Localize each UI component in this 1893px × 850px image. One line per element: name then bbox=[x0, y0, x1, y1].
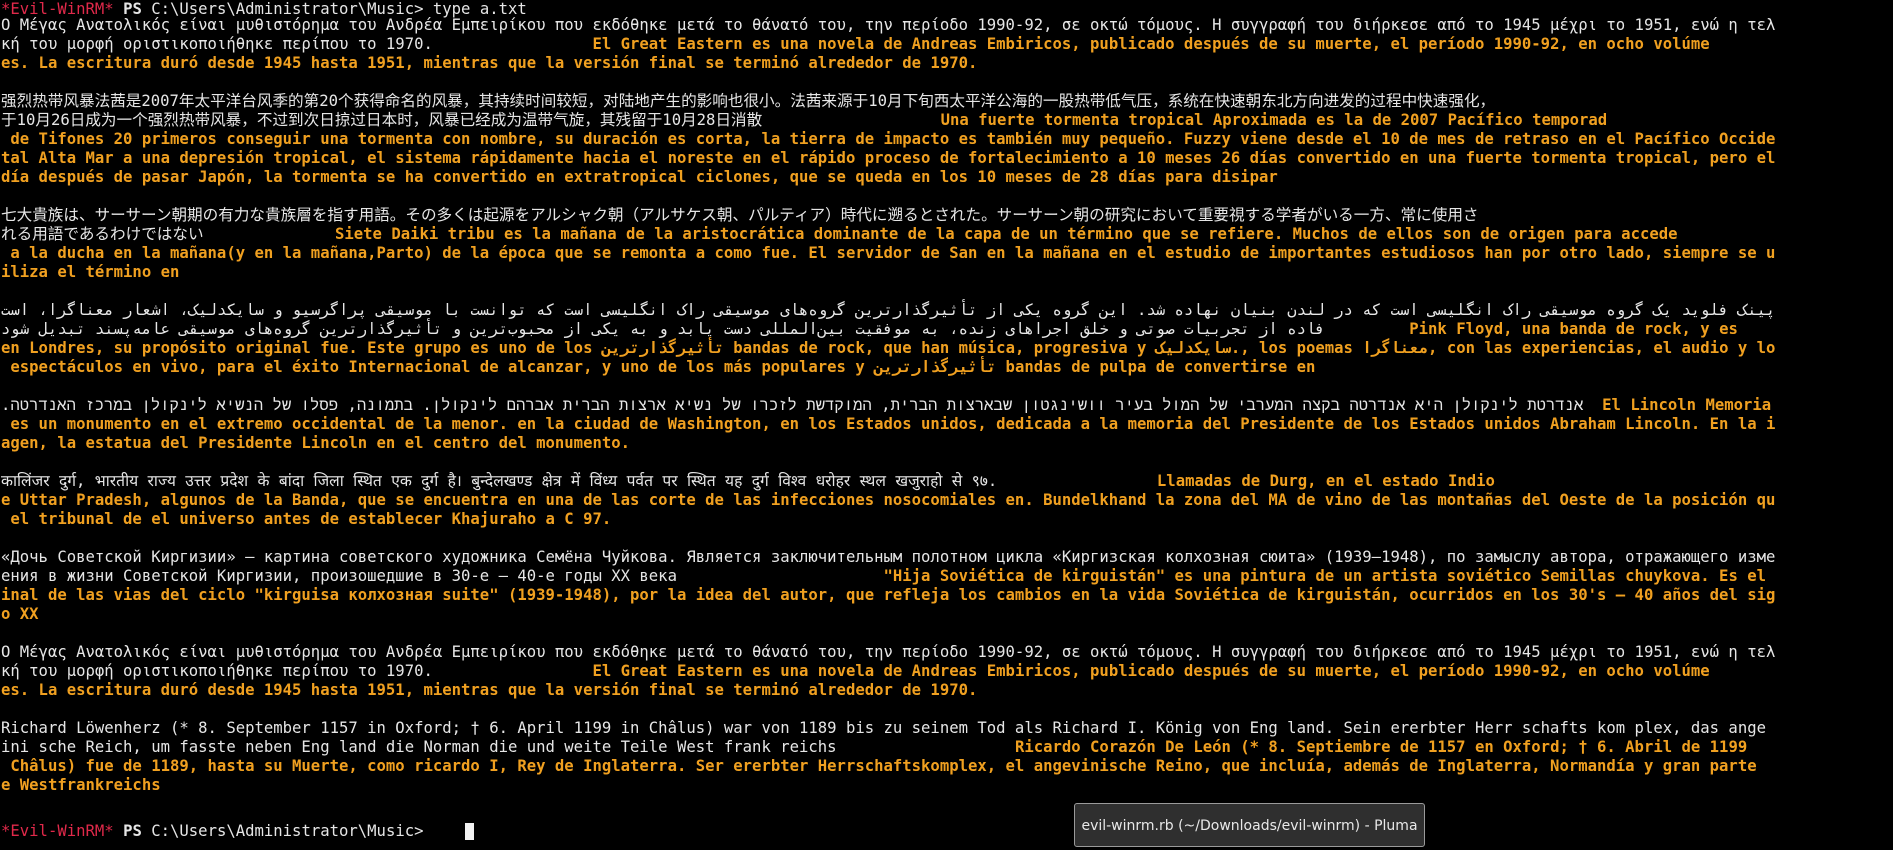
translated-text-segment: a la ducha en la mañana(y en la mañana,P… bbox=[1, 244, 1776, 262]
translated-text-segment: de Tifones 20 primeros conseguir una tor… bbox=[1, 130, 1776, 148]
translated-text-segment: iliza el término en bbox=[1, 263, 180, 281]
translated-text-segment: Llamadas de Durg, en el estado Indio bbox=[1156, 472, 1495, 490]
source-text-segment: «Дочь Советской Киргизии» — картина сове… bbox=[1, 548, 1776, 566]
translated-text-segment: en Londres, su propósito original fue. E… bbox=[1, 339, 602, 357]
source-text-segment: Ο Μέγας Ανατολικός είναι μυθιστόρημα του… bbox=[1, 643, 1776, 661]
source-text-segment: אנדרטת לינקולן היא אנדרטה בקצה המערבי של… bbox=[1, 396, 1584, 414]
translated-text-segment: agen, la estatua del Presidente Lincoln … bbox=[1, 434, 631, 452]
output-line: es. La escritura duró desde 1945 hasta 1… bbox=[1, 54, 977, 73]
output-line: Ο Μέγας Ανατολικός είναι μυθιστόρημα του… bbox=[1, 643, 1775, 662]
translated-text-segment: El Lincoln Memoria bbox=[1583, 396, 1772, 414]
text-cursor bbox=[465, 823, 474, 840]
output-line: ения в жизни Советской Киргизии, произош… bbox=[1, 567, 1766, 586]
translated-text-segment: Siete Daiki tribu es la mañana de la ari… bbox=[335, 225, 1678, 243]
output-line: o XX bbox=[1, 605, 39, 624]
translated-text-segment: El Great Eastern es una novela de Andrea… bbox=[592, 662, 1710, 680]
translated-text-segment: Châlus) fue de 1189, hasta su Muerte, co… bbox=[1, 757, 1757, 775]
translated-text-segment: espectáculos en vivo, para el éxito Inte… bbox=[1, 358, 875, 376]
translated-text-segment: inal de las vias del ciclo "kirguisa кол… bbox=[1, 586, 1776, 604]
translated-text-segment: día después de pasar Japón, la tormenta … bbox=[1, 168, 1278, 186]
source-text-segment: κή του μορφή οριστικοποιήθηκε περίπου το… bbox=[1, 35, 593, 53]
prompt-ps: PS bbox=[123, 822, 142, 840]
output-line: «Дочь Советской Киргизии» — картина сове… bbox=[1, 548, 1775, 567]
source-text-segment: Richard Löwenherz (* 8. September 1157 i… bbox=[1, 719, 1766, 737]
translated-text-segment: El Great Eastern es una novela de Andrea… bbox=[592, 35, 1710, 53]
source-text-segment: ini sche Reich, um fasste neben Eng land… bbox=[1, 738, 1015, 756]
source-text-segment: فاده از تجربیات صوتی و خلق اجراهای زنده،… bbox=[1, 320, 1325, 338]
output-line: el tribunal de el universo antes de esta… bbox=[1, 510, 611, 529]
output-line: de Tifones 20 primeros conseguir una tor… bbox=[1, 130, 1775, 149]
output-line: es. La escritura duró desde 1945 hasta 1… bbox=[1, 681, 977, 700]
source-text-segment: 强烈热带风暴法茜是2007年太平洋台风季的第20个获得命名的风暴，其持续时间较短… bbox=[1, 92, 1496, 110]
output-line: en Londres, su propósito original fue. E… bbox=[1, 339, 1775, 358]
source-text-segment: ения в жизни Советской Киргизии, произош… bbox=[1, 567, 884, 585]
output-line: espectáculos en vivo, para el éxito Inte… bbox=[1, 358, 1315, 377]
output-line: e Westfrankreichs bbox=[1, 776, 161, 795]
translated-text-segment: bandas de pulpa de convertirse en bbox=[996, 358, 1316, 376]
translated-text-segment: bandas de rock, que han música, progresi… bbox=[723, 339, 1156, 357]
source-text-segment: Ο Μέγας Ανατολικός είναι μυθιστόρημα του… bbox=[1, 16, 1776, 34]
output-line: día después de pasar Japón, la tormenta … bbox=[1, 168, 1278, 187]
translated-text-segment: تأثیرگذارترین bbox=[601, 339, 724, 357]
translated-text-segment: el tribunal de el universo antes de esta… bbox=[1, 510, 612, 528]
translated-text-segment: تأثیرگذارترین bbox=[874, 358, 997, 376]
source-text-segment: κή του μορφή οριστικοποιήθηκε περίπου το… bbox=[1, 662, 593, 680]
translated-text-segment: Una fuerte tormenta tropical Aproximada … bbox=[940, 111, 1608, 129]
translated-text-segment: "Hija Soviética de kirguistán" es una pi… bbox=[883, 567, 1767, 585]
source-text-segment: پینک فلوید یک گروه موسیقی راک انگلیسی اس… bbox=[1, 301, 1776, 319]
output-line: e Uttar Pradesh, algunos de la Banda, qu… bbox=[1, 491, 1775, 510]
output-line: कालिंजर दुर्ग, भारतीय राज्य उत्तर प्रदेश… bbox=[1, 472, 1495, 491]
translated-text-segment: معناگرا bbox=[1362, 339, 1429, 357]
output-line: فاده از تجربیات صوتی و خلق اجراهای زنده،… bbox=[1, 320, 1738, 339]
translated-text-segment: , con las experiencias, el audio y lo bbox=[1428, 339, 1776, 357]
translated-text-segment: Ricardo Corazón De León (* 8. Septiembre… bbox=[1014, 738, 1748, 756]
output-line: پینک فلوید یک گروه موسیقی راک انگلیسی اس… bbox=[1, 301, 1775, 320]
output-line: agen, la estatua del Presidente Lincoln … bbox=[1, 434, 630, 453]
output-line: ini sche Reich, um fasste neben Eng land… bbox=[1, 738, 1747, 757]
output-line: 强烈热带风暴法茜是2007年太平洋台风季的第20个获得命名的风暴，其持续时间较短… bbox=[1, 92, 1495, 111]
output-line: a la ducha en la mañana(y en la mañana,P… bbox=[1, 244, 1775, 263]
prompt-line-bottom[interactable]: *Evil-WinRM* PS C:\Users\Administrator\M… bbox=[1, 822, 424, 841]
output-line: Châlus) fue de 1189, hasta su Muerte, co… bbox=[1, 757, 1757, 776]
output-line: 于10月26日成为一个强烈热带风暴，不过到次日掠过日本时，风暴已经成为温带气旋，… bbox=[1, 111, 1607, 130]
output-line: κή του μορφή οριστικοποιήθηκε περίπου το… bbox=[1, 662, 1710, 681]
output-line: אנדרטת לינקולן היא אנדרטה בקצה המערבי של… bbox=[1, 396, 1771, 415]
source-text-segment: 七大貴族は、サーサーン朝期の有力な貴族層を指す用語。その多くは起源をアルシャク朝… bbox=[1, 206, 1479, 224]
translated-text-segment: e Uttar Pradesh, algunos de la Banda, qu… bbox=[1, 491, 1776, 509]
source-text-segment: れる用語であるわけではない bbox=[1, 225, 335, 243]
translated-text-segment: o XX bbox=[1, 605, 39, 623]
output-line: 七大貴族は、サーサーン朝期の有力な貴族層を指す用語。その多くは起源をアルシャク朝… bbox=[1, 206, 1479, 225]
output-line: inal de las vias del ciclo "kirguisa кол… bbox=[1, 586, 1775, 605]
output-line: Ο Μέγας Ανατολικός είναι μυθιστόρημα του… bbox=[1, 16, 1775, 35]
translated-text-segment: es. La escritura duró desde 1945 hasta 1… bbox=[1, 681, 978, 699]
window-tooltip: evil-winrm.rb (~/Downloads/evil-winrm) -… bbox=[1074, 803, 1425, 847]
translated-text-segment: es un monumento en el extremo occidental… bbox=[1, 415, 1776, 433]
output-line: κή του μορφή οριστικοποιήθηκε περίπου το… bbox=[1, 35, 1710, 54]
prompt-name: *Evil-WinRM* bbox=[1, 822, 114, 840]
source-text-segment: 于10月26日成为一个强烈热带风暴，不过到次日掠过日本时，风暴已经成为温带气旋，… bbox=[1, 111, 941, 129]
translated-text-segment: سایکدلیک bbox=[1155, 339, 1231, 357]
terminal-window[interactable]: *Evil-WinRM* PS C:\Users\Administrator\M… bbox=[0, 0, 1893, 850]
output-line: iliza el término en bbox=[1, 263, 179, 282]
translated-text-segment: es. La escritura duró desde 1945 hasta 1… bbox=[1, 54, 978, 72]
output-line: Richard Löwenherz (* 8. September 1157 i… bbox=[1, 719, 1766, 738]
output-line: tal Alta Mar a una depresión tropical, e… bbox=[1, 149, 1775, 168]
output-line: れる用語であるわけではない Siete Daiki tribu es la ma… bbox=[1, 225, 1678, 244]
translated-text-segment: e Westfrankreichs bbox=[1, 776, 161, 794]
translated-text-segment: ., los poemas bbox=[1230, 339, 1363, 357]
source-text-segment: कालिंजर दुर्ग, भारतीय राज्य उत्तर प्रदेश… bbox=[1, 472, 1157, 490]
translated-text-segment: Pink Floyd, una banda de rock, y es bbox=[1324, 320, 1738, 338]
translated-text-segment: tal Alta Mar a una depresión tropical, e… bbox=[1, 149, 1776, 167]
prompt-path: C:\Users\Administrator\Music> bbox=[151, 822, 424, 840]
output-line: es un monumento en el extremo occidental… bbox=[1, 415, 1775, 434]
